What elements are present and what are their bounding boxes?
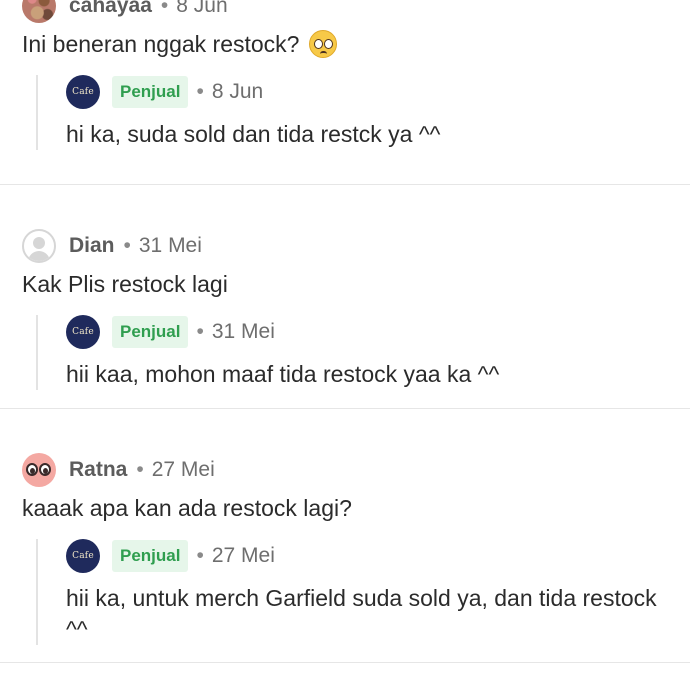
- comment-body: Ini beneran nggak restock?: [0, 29, 690, 59]
- author-name[interactable]: cahayaa: [69, 0, 152, 18]
- pleading-face-emoji-icon: [309, 30, 338, 58]
- seller-avatar[interactable]: Cafe: [66, 539, 100, 573]
- seller-avatar[interactable]: Cafe: [66, 75, 100, 109]
- author-name[interactable]: Dian: [69, 234, 115, 258]
- seller-reply: Cafe Penjual • 27 Mei hii ka, untuk merc…: [36, 539, 690, 645]
- seller-avatar[interactable]: Cafe: [66, 315, 100, 349]
- comment-date: 8 Jun: [176, 0, 228, 17]
- reply-text: hii ka, untuk merch Garfield suda sold y…: [66, 585, 657, 642]
- divider: [0, 662, 690, 663]
- comment-thread: cahayaa • 8 Jun Ini beneran nggak restoc…: [0, 0, 690, 150]
- default-user-avatar-icon[interactable]: [22, 229, 56, 263]
- reply-date: 31 Mei: [211, 320, 275, 343]
- divider: [0, 408, 690, 409]
- reply-header: Cafe Penjual • 8 Jun: [66, 75, 690, 109]
- comment-text: kaaak apa kan ada restock lagi?: [22, 495, 352, 521]
- seller-badge: Penjual: [112, 316, 189, 348]
- comment-header: cahayaa • 8 Jun: [0, 0, 690, 23]
- avatar[interactable]: [22, 0, 56, 23]
- comment-text: Kak Plis restock lagi: [22, 271, 228, 297]
- comment-text: Ini beneran nggak restock?: [22, 31, 300, 57]
- reply-header: Cafe Penjual • 31 Mei: [66, 315, 690, 349]
- comment-header: Ratna • 27 Mei: [0, 453, 690, 487]
- reply-text: hii kaa, mohon maaf tida restock yaa ka …: [66, 361, 500, 387]
- author-name[interactable]: Ratna: [69, 458, 127, 482]
- comment-date: 31 Mei: [138, 234, 202, 257]
- reply-header: Cafe Penjual • 27 Mei: [66, 539, 690, 573]
- comment-thread: Dian • 31 Mei Kak Plis restock lagi Cafe…: [0, 229, 690, 390]
- comment-date: 27 Mei: [151, 458, 215, 481]
- comment-body: kaaak apa kan ada restock lagi?: [0, 493, 690, 523]
- separator-dot: •: [160, 0, 169, 17]
- seller-reply: Cafe Penjual • 31 Mei hii kaa, mohon maa…: [36, 315, 690, 390]
- comment-thread: Ratna • 27 Mei kaaak apa kan ada restock…: [0, 453, 690, 645]
- separator-dot: •: [123, 234, 131, 257]
- divider: [0, 184, 690, 185]
- reply-date: 8 Jun: [211, 80, 264, 103]
- seller-reply: Cafe Penjual • 8 Jun hi ka, suda sold da…: [36, 75, 690, 150]
- seller-badge: Penjual: [112, 76, 189, 108]
- separator-dot: •: [196, 544, 204, 567]
- separator-dot: •: [196, 320, 204, 343]
- seller-badge: Penjual: [112, 540, 189, 572]
- reply-date: 27 Mei: [211, 544, 275, 567]
- separator-dot: •: [196, 80, 204, 103]
- separator-dot: •: [136, 458, 144, 481]
- comment-body: Kak Plis restock lagi: [0, 269, 690, 299]
- comment-header: Dian • 31 Mei: [0, 229, 690, 263]
- avatar[interactable]: [22, 453, 56, 487]
- reply-text: hi ka, suda sold dan tida restck ya ^^: [66, 121, 441, 147]
